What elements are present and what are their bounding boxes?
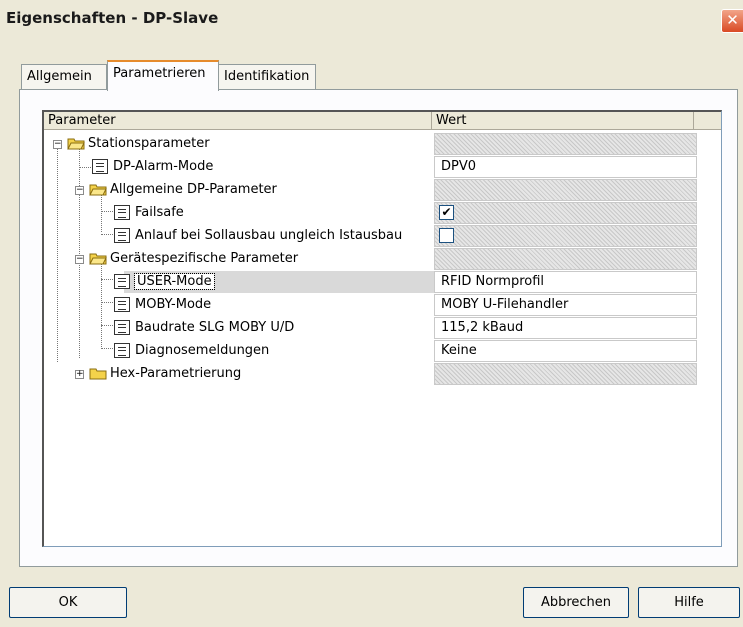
tree-row-failsafe[interactable]: Failsafe ✔ [44,202,721,225]
ok-button[interactable]: OK [9,587,127,618]
row-label: Hex-Parametrierung [110,366,242,381]
tree-row-hex-parametrierung[interactable]: + Hex-Parametrierung [44,363,721,386]
help-button[interactable]: Hilfe [638,587,740,618]
expand-icon[interactable]: + [75,370,84,379]
row-label: Gerätespezifische Parameter [110,251,299,266]
collapse-icon[interactable]: − [75,255,84,264]
row-label: Diagnosemeldungen [135,343,270,358]
value-cell-failsafe: ✔ [434,202,697,224]
value-cell-baudrate[interactable]: 115,2 kBaud [434,317,697,339]
failsafe-checkbox[interactable]: ✔ [439,205,454,220]
value-cell-anlauf [434,225,697,247]
value-cell-dp-alarm-mode[interactable]: DPV0 [434,156,697,178]
tab-allgemein[interactable]: Allgemein [21,64,107,90]
properties-dialog: Eigenschaften - DP-Slave ✕ Allgemein Par… [0,0,743,627]
tree-row-stationsparameter[interactable]: − Stationsparameter [44,133,721,156]
row-label: Stationsparameter [88,136,210,151]
folder-open-icon [67,138,85,150]
window-title: Eigenschaften - DP-Slave [6,9,219,27]
parameter-icon [114,228,130,243]
tree-row-diagnosemeldungen[interactable]: Diagnosemeldungen Keine [44,340,721,363]
parameter-icon [114,320,130,335]
column-header-parameter[interactable]: Parameter [44,112,432,130]
grid-header: Parameter Wert [44,112,721,130]
title-bar: Eigenschaften - DP-Slave ✕ [0,0,743,36]
value-cell-diagnosemeldungen[interactable]: Keine [434,340,697,362]
close-button[interactable]: ✕ [721,9,743,33]
row-label: Failsafe [135,205,184,220]
collapse-icon[interactable]: − [53,140,62,149]
tree-row-user-mode[interactable]: USER-Mode RFID Normprofil [44,271,721,294]
row-label: Baudrate SLG MOBY U/D [135,320,295,335]
value-cell-empty [434,133,697,155]
value-cell-empty [434,248,697,270]
tab-identifikation[interactable]: Identifikation [218,64,316,90]
value-cell-moby-mode[interactable]: MOBY U-Filehandler [434,294,697,316]
folder-closed-icon [89,368,107,380]
row-label: DP-Alarm-Mode [113,159,214,174]
tab-parametrieren[interactable]: Parametrieren [107,60,219,91]
collapse-icon[interactable]: − [75,186,84,195]
row-label: Allgemeine DP-Parameter [110,182,277,197]
tree-row-allgemeine-dp-parameter[interactable]: − Allgemeine DP-Parameter [44,179,721,202]
row-label: USER-Mode [134,273,215,290]
row-label: MOBY-Mode [135,297,212,312]
parameter-icon [114,205,130,220]
tree-row-moby-mode[interactable]: MOBY-Mode MOBY U-Filehandler [44,294,721,317]
parameter-icon [114,343,130,358]
tree-row-anlauf[interactable]: Anlauf bei Sollausbau ungleich Istausbau [44,225,721,248]
tree-row-dp-alarm-mode[interactable]: DP-Alarm-Mode DPV0 [44,156,721,179]
parameter-icon [114,297,130,312]
anlauf-checkbox[interactable] [439,228,454,243]
folder-open-icon [89,253,107,265]
parameter-icon [114,274,130,289]
tree-row-baudrate[interactable]: Baudrate SLG MOBY U/D 115,2 kBaud [44,317,721,340]
value-cell-user-mode[interactable]: RFID Normprofil [434,271,697,293]
cancel-button[interactable]: Abbrechen [523,587,629,618]
tree-row-geraetespezifische-parameter[interactable]: − Gerätespezifische Parameter [44,248,721,271]
column-header-wert[interactable]: Wert [432,112,694,130]
value-cell-empty [434,179,697,201]
parameter-grid: Parameter Wert − Stationsparameter DP-Al… [42,110,722,547]
folder-open-icon [89,184,107,196]
value-cell-empty [434,363,697,385]
parameter-icon [92,159,108,174]
row-label: Anlauf bei Sollausbau ungleich Istausbau [135,228,403,243]
